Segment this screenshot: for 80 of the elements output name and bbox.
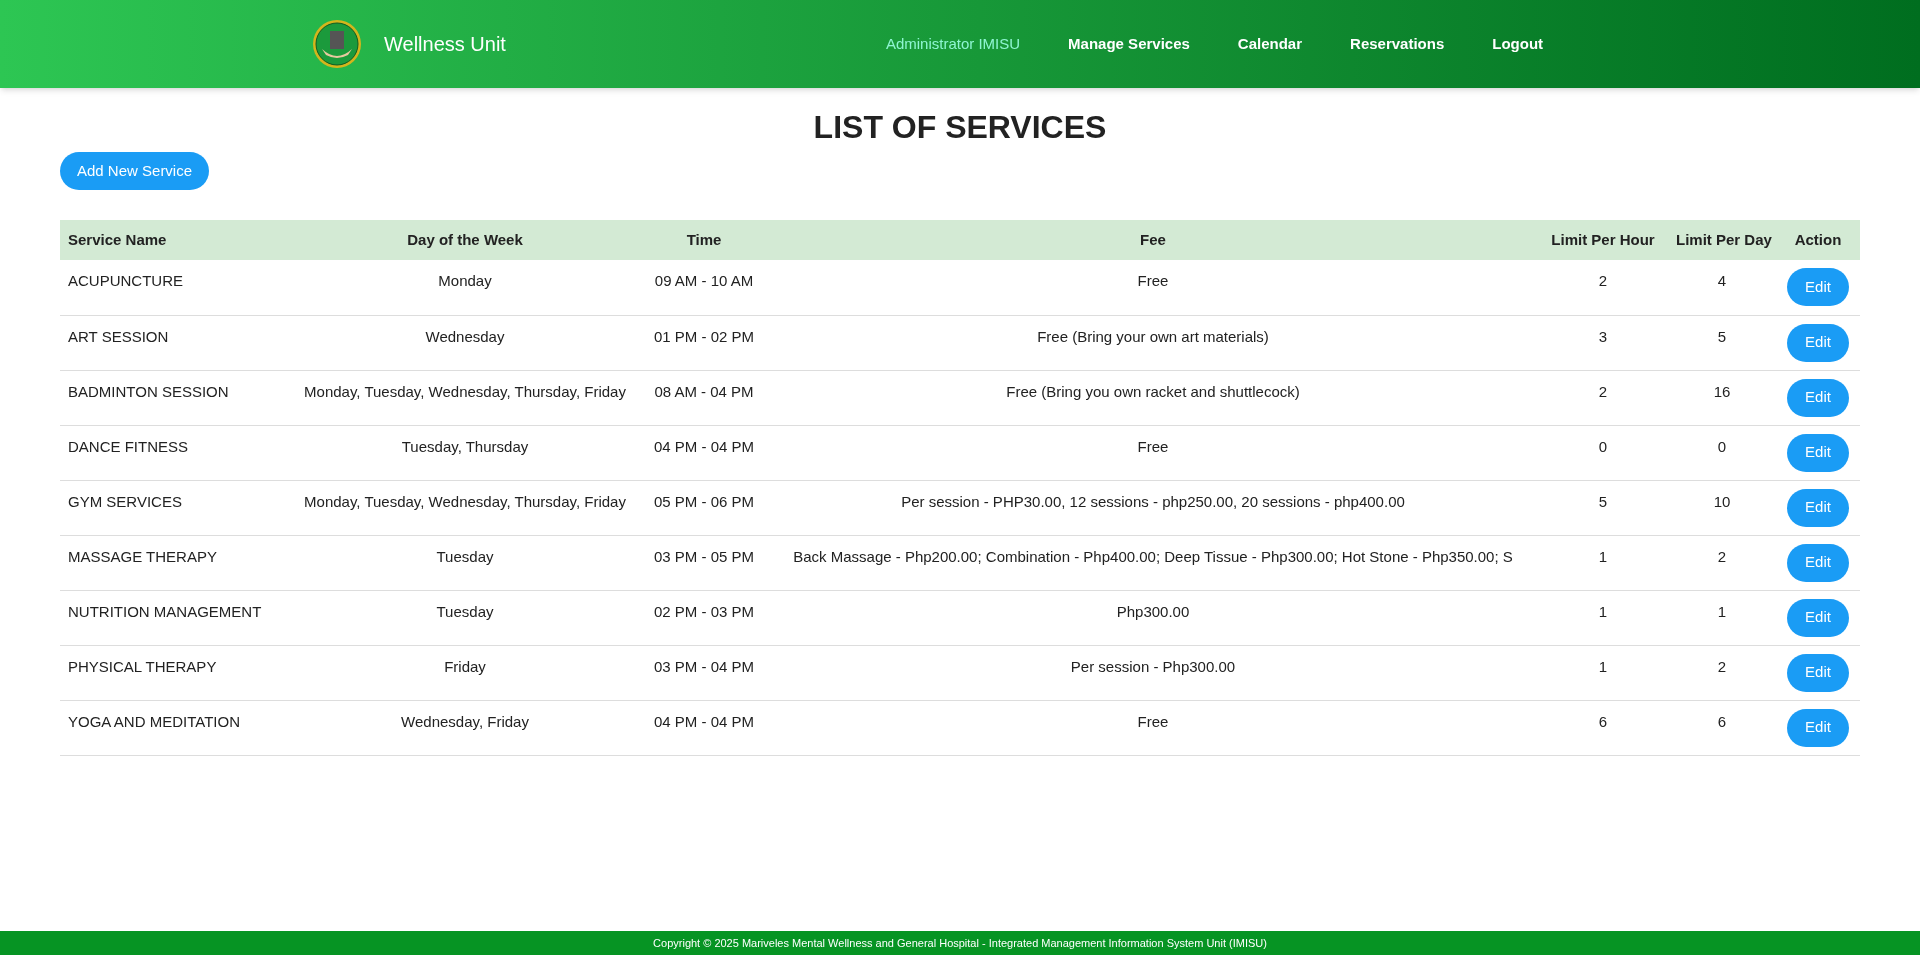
page-title: LIST OF SERVICES — [812, 108, 1108, 147]
table-cell: 1 — [1717, 602, 1727, 620]
table-cell: 03 PM - 04 PM — [653, 657, 754, 675]
edit-button[interactable]: Edit — [1787, 653, 1849, 692]
table-cell: Tuesday — [436, 602, 494, 620]
table-cell: 08 AM - 04 PM — [654, 382, 754, 400]
edit-button[interactable]: Edit — [1787, 268, 1849, 306]
table-cell: 6 — [1717, 712, 1727, 730]
table-cell: 3 — [1598, 327, 1608, 345]
table-cell: Tuesday, Thursday — [401, 437, 529, 455]
brand-title[interactable]: Wellness Unit — [384, 29, 506, 59]
table-cell: 02 PM - 03 PM — [653, 602, 754, 620]
table-cell: 10 — [1713, 492, 1731, 510]
table-cell: DANCE FITNESS — [68, 437, 188, 455]
table-cell: Wednesday — [425, 327, 505, 345]
nav-link[interactable]: Logout — [1492, 32, 1544, 56]
edit-button[interactable]: Edit — [1787, 323, 1849, 362]
emblem-logo — [312, 19, 362, 69]
table-cell: Monday — [438, 272, 492, 289]
table-cell: 1 — [1598, 657, 1608, 675]
edit-button[interactable]: Edit — [1787, 378, 1849, 417]
table-cell: 2 — [1598, 382, 1608, 400]
table-cell: 01 PM - 02 PM — [653, 327, 754, 345]
table-cell: 04 PM - 04 PM — [653, 712, 754, 730]
table-cell: 0 — [1598, 437, 1608, 455]
add-service-button[interactable]: Add New Service — [60, 152, 210, 190]
table-cell: 2 — [1717, 657, 1727, 675]
table-cell: 05 PM - 06 PM — [653, 492, 754, 510]
table-cell: 04 PM - 04 PM — [653, 437, 754, 455]
table-cell: Free — [1137, 712, 1169, 730]
table-cell: Free (Bring you own racket and shuttlecock) — [1006, 382, 1300, 400]
table-cell: 03 PM - 05 PM — [653, 547, 754, 565]
table-cell: Free (Bring your own art materials) — [1037, 327, 1269, 345]
table-cell: Php300.00 — [1116, 602, 1190, 620]
table-cell: 2 — [1598, 272, 1608, 289]
edit-button[interactable]: Edit — [1787, 488, 1849, 527]
table-cell: MASSAGE THERAPY — [68, 547, 217, 565]
table-cell: NUTRITION MANAGEMENT — [68, 602, 262, 620]
table-cell: 2 — [1717, 547, 1727, 565]
column-header: Time — [640, 220, 768, 260]
column-header: Service Name — [60, 220, 290, 260]
table-cell: Friday — [444, 657, 486, 675]
table-cell: 1 — [1598, 547, 1608, 565]
table-cell: Free — [1137, 437, 1169, 455]
column-header: Action — [1776, 220, 1860, 260]
table-cell: Back Massage - Php200.00; Combination - Php400.00; Deep Tissue - Php300.00; Hot Stone - Php350.00; S — [793, 547, 1513, 565]
table-cell: Monday, Tuesday, Wednesday, Thursday, Friday — [304, 492, 626, 510]
table-cell: PHYSICAL THERAPY — [68, 657, 217, 675]
edit-button[interactable]: Edit — [1787, 543, 1849, 582]
table-cell: 6 — [1598, 712, 1608, 730]
table-cell: 5 — [1598, 492, 1608, 510]
column-header: Limit Per Day — [1668, 220, 1776, 260]
table-cell: Monday, Tuesday, Wednesday, Thursday, Friday — [304, 382, 626, 400]
table-cell: 5 — [1717, 327, 1727, 345]
column-header: Day of the Week — [290, 220, 640, 260]
edit-button[interactable]: Edit — [1787, 598, 1849, 637]
nav-link[interactable]: Calendar — [1237, 32, 1303, 56]
table-cell: Tuesday — [436, 547, 494, 565]
table-cell: BADMINTON SESSION — [68, 382, 229, 400]
table-cell: 4 — [1717, 272, 1727, 289]
table-cell: Free — [1137, 272, 1169, 289]
table-cell: ACUPUNCTURE — [68, 272, 183, 289]
table-cell: YOGA AND MEDITATION — [68, 712, 240, 730]
edit-button[interactable]: Edit — [1787, 708, 1849, 747]
table-cell: Per session - Php300.00 — [1070, 657, 1236, 675]
table-cell: Wednesday, Friday — [401, 712, 529, 730]
column-header: Limit Per Hour — [1538, 220, 1668, 260]
column-header: Fee — [768, 220, 1538, 260]
edit-button[interactable]: Edit — [1787, 433, 1849, 472]
table-cell: Per session - PHP30.00, 12 sessions - php250.00, 20 sessions - php400.00 — [901, 492, 1405, 510]
table-cell: 1 — [1598, 602, 1608, 620]
table-cell: ART SESSION — [68, 327, 169, 345]
nav-link[interactable]: Reservations — [1350, 32, 1445, 56]
nav-link[interactable]: Manage Services — [1068, 32, 1190, 56]
table-cell: 0 — [1717, 437, 1727, 455]
table-cell: GYM SERVICES — [68, 492, 182, 510]
table-cell: 09 AM - 10 AM — [654, 272, 754, 289]
nav-link[interactable]: Administrator IMISU — [885, 32, 1021, 56]
footer-copyright: Copyright © 2025 Mariveles Mental Wellness and General Hospital - Integrated Management Information System Unit (IMISU) — [0, 931, 1920, 955]
table-cell: 16 — [1713, 382, 1731, 400]
